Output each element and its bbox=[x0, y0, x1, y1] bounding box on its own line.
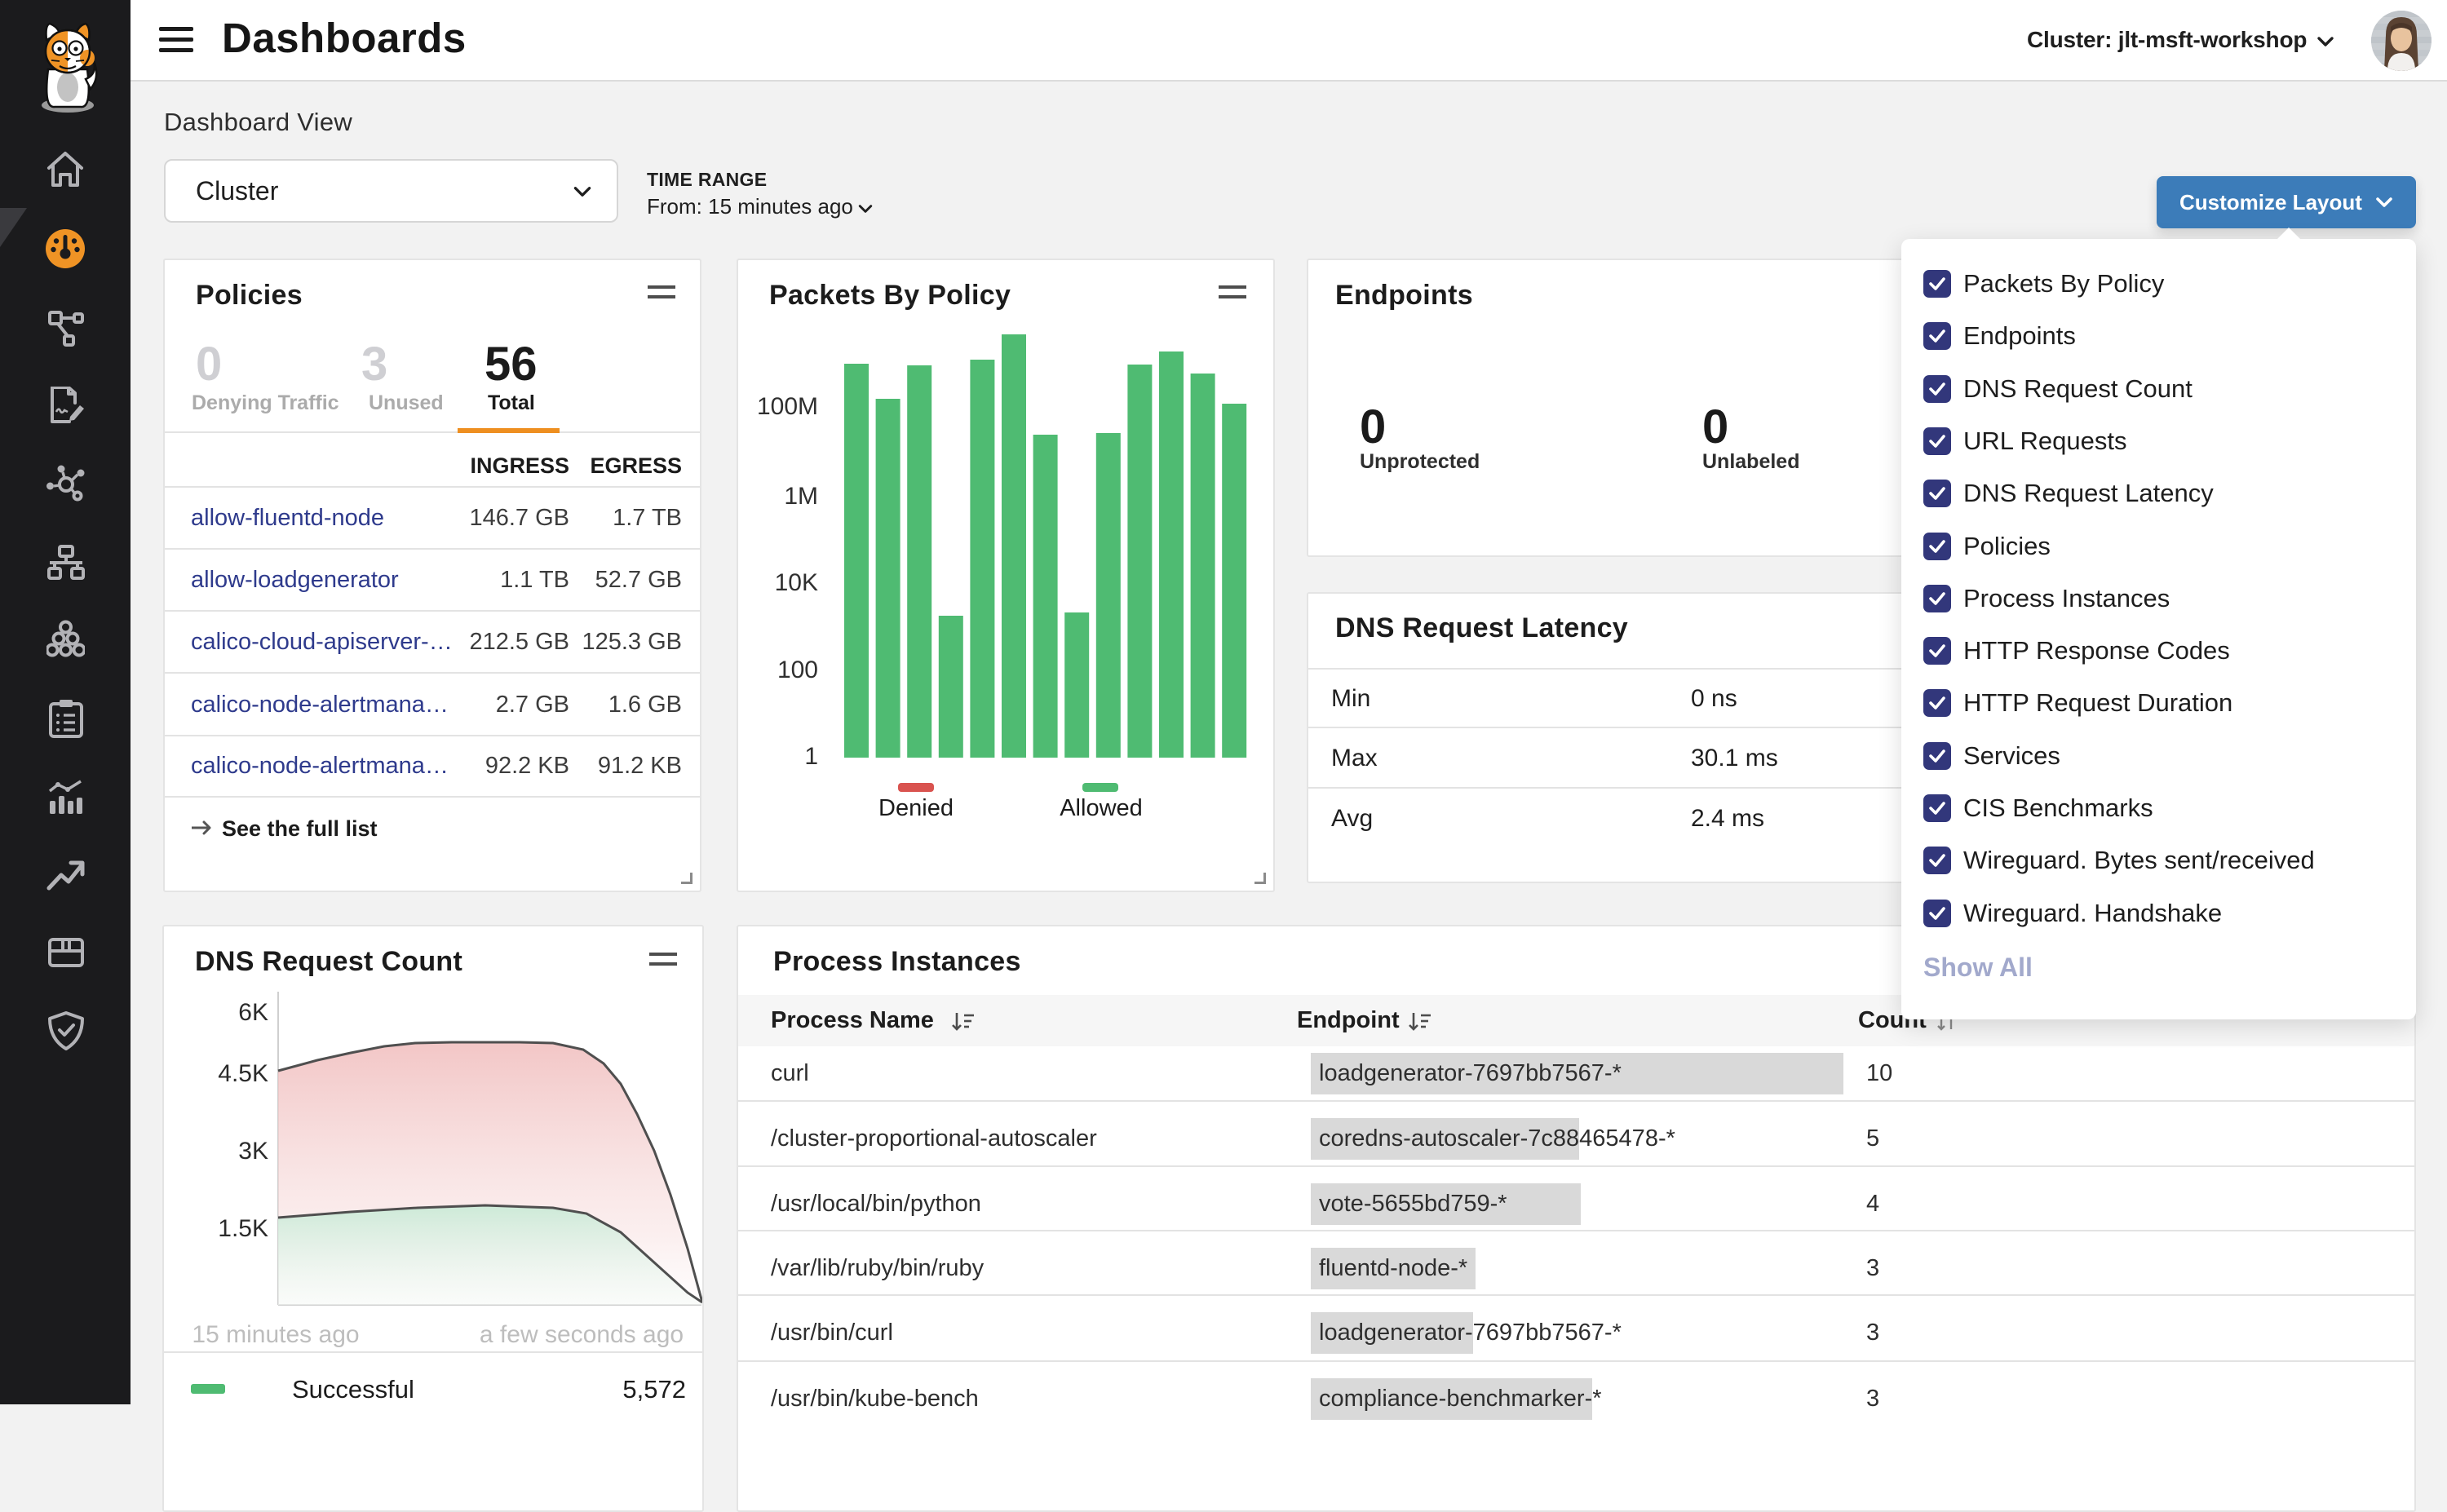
svg-text:1M: 1M bbox=[784, 483, 818, 510]
svg-text:100M: 100M bbox=[757, 393, 818, 420]
svg-text:4.5K: 4.5K bbox=[218, 1060, 268, 1087]
svg-text:15 minutes ago: 15 minutes ago bbox=[192, 1321, 359, 1348]
svg-text:6K: 6K bbox=[238, 999, 268, 1026]
svg-text:a few seconds ago: a few seconds ago bbox=[480, 1321, 684, 1348]
svg-text:1.5K: 1.5K bbox=[218, 1215, 268, 1242]
svg-text:Allowed: Allowed bbox=[1060, 795, 1143, 821]
svg-text:10K: 10K bbox=[775, 569, 818, 596]
svg-text:Denied: Denied bbox=[878, 795, 954, 821]
svg-text:1: 1 bbox=[804, 743, 818, 770]
svg-text:100: 100 bbox=[777, 657, 818, 683]
svg-text:3K: 3K bbox=[238, 1138, 268, 1165]
